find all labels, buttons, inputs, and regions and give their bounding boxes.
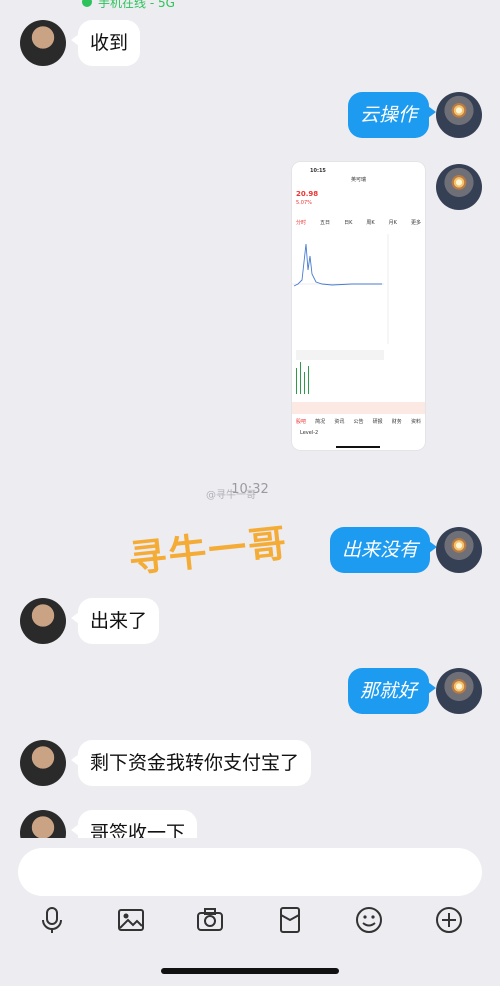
shot-bottom-tabs: 股吧 简况 资讯 公告 研报 财务 资料 [296,418,421,425]
home-indicator [161,968,339,974]
watermark-big: 寻牛一哥 [126,520,291,582]
avatar[interactable] [436,527,482,573]
shot-bottom-tab: 股吧 [296,419,307,425]
shot-tab: 更多 [410,220,421,226]
shot-bottom-tab: 资料 [410,419,421,425]
shot-tab: 分时 [296,220,307,226]
shot-bottom-tab: 简况 [315,419,326,425]
emoji-icon[interactable] [354,905,384,935]
message-input[interactable] [18,848,482,896]
camera-icon[interactable] [195,905,225,935]
message-bubble[interactable]: 剩下资金我转你支付宝了 [70,740,312,786]
avatar[interactable] [20,740,66,786]
message-text: 剩下资金我转你支付宝了 [90,752,300,774]
plus-icon[interactable] [434,905,464,935]
status-bar: 手机在线 - 5G [0,0,500,12]
avatar[interactable] [20,20,66,66]
avatar[interactable] [436,668,482,714]
shot-tab: 月K [388,220,397,226]
message-text: 出来没有 [342,539,419,561]
message-bubble[interactable]: 出来了 [70,598,160,644]
shot-tab: 周K [366,220,375,226]
shot-change: 5.07% [296,200,312,206]
watermark-small: @寻牛一哥 [206,490,256,501]
shot-bottom-tab: 资讯 [334,419,345,425]
message-text: 出来了 [90,610,148,632]
online-status: 手机在线 - 5G [98,0,175,10]
shot-bottom-tab: 公告 [353,419,364,425]
shot-home-indicator [336,446,380,448]
shot-price: 20.98 [296,190,319,198]
shot-tab: 日K [344,220,353,226]
image-icon[interactable] [116,905,146,935]
shot-tab: 五日 [320,220,331,226]
shot-tabs: 分时 五日 日K 周K 月K 更多 [296,219,421,226]
message-bubble[interactable]: 出来没有 [330,527,438,573]
image-message[interactable]: 10:15 英可瑞 20.98 5.07% 分时 五日 日K 周K 月K 更多 … [292,162,425,450]
shot-bottom-tab: 研报 [372,419,383,425]
microphone-icon[interactable] [37,905,67,935]
shot-banner [292,402,425,414]
shot-volume-chart [296,362,309,394]
avatar[interactable] [436,92,482,138]
message-text: 那就好 [360,680,418,702]
message-bubble[interactable]: 收到 [70,20,141,66]
message-text: 收到 [90,32,129,54]
shot-stock-name: 英可瑞 [351,177,367,183]
shot-badge: Level-2 [300,430,319,436]
avatar[interactable] [20,598,66,644]
redpacket-icon[interactable] [275,905,305,935]
shot-time: 10:15 [310,168,326,174]
shot-bottom-tab: 财务 [391,419,402,425]
online-dot-icon [82,0,92,7]
message-bubble[interactable]: 那就好 [348,668,437,714]
message-text: 云操作 [360,104,418,126]
shot-price-chart [292,234,425,344]
avatar[interactable] [436,164,482,210]
message-bubble[interactable]: 云操作 [348,92,437,138]
